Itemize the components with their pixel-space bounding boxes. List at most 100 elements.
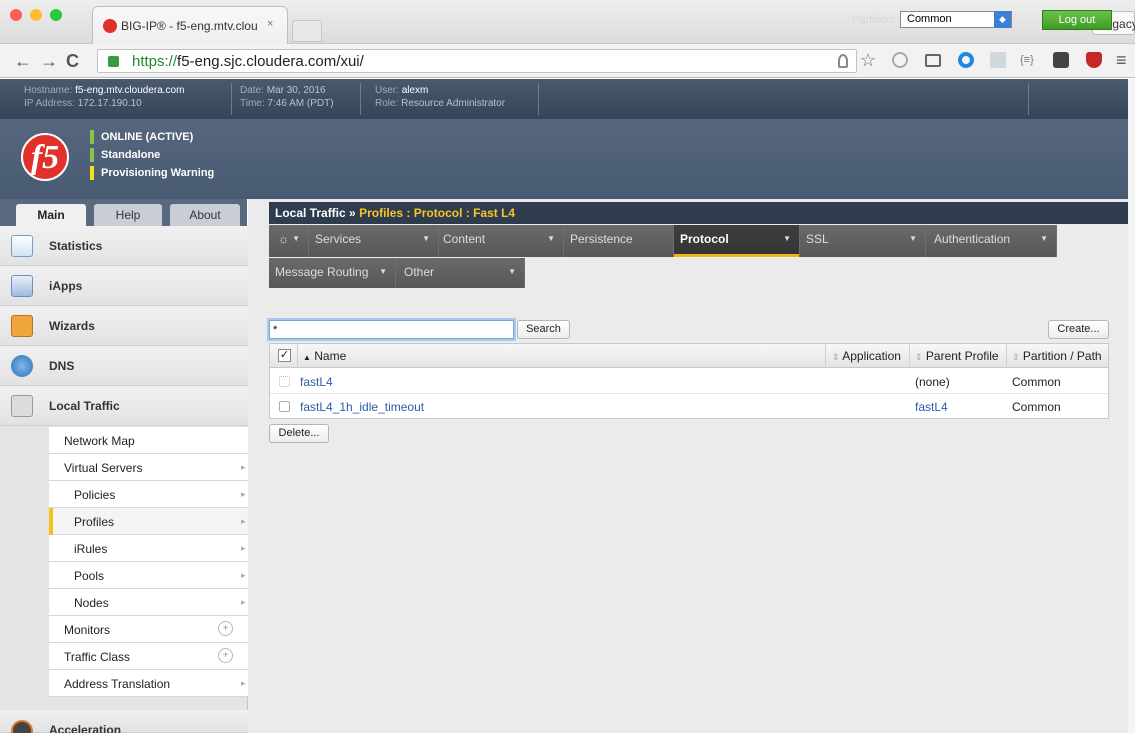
cast-icon[interactable] [925,54,941,67]
table-row[interactable]: fastL4_1h_idle_timeout fastL4 Common [270,394,1108,419]
sort-asc-icon: ▲ [303,353,311,362]
submenu-traffic-class[interactable]: Traffic Class + [49,643,248,670]
submenu-monitors[interactable]: Monitors + [49,616,248,643]
submenu-label: Address Translation [64,677,171,691]
delete-button[interactable]: Delete... [269,424,329,443]
profile-name-link[interactable]: fastL4_1h_idle_timeout [300,400,424,414]
submenu-irules[interactable]: iRules ▸ [49,535,248,562]
url-host: f5-eng.sjc.cloudera.com/xui/ [177,53,364,70]
sync-icon[interactable] [892,52,908,68]
submenu-label: Profiles [74,515,115,529]
statistics-icon [11,235,33,257]
menu-ssl[interactable]: SSL ▼ [800,225,926,257]
submenu-network-map[interactable]: Network Map [49,427,248,454]
parent-profile-link[interactable]: fastL4 [915,400,948,414]
submenu-address-translation[interactable]: Address Translation ▸ [49,670,248,697]
search-input[interactable] [269,320,514,339]
divider [1028,83,1029,115]
header-label: Parent Profile [925,349,999,363]
reload-icon[interactable]: C [66,52,79,70]
time-value: 7:46 AM (PDT) [267,98,334,109]
select-all-checkbox[interactable]: ✓ [278,349,291,362]
minimize-window-icon[interactable] [30,9,42,21]
back-icon[interactable]: ← [14,52,32,70]
menu-other[interactable]: Other ▼ [396,258,525,288]
key-icon[interactable] [838,54,848,68]
page-scrollbar[interactable] [1128,79,1135,733]
add-circle-icon[interactable]: + [218,621,233,636]
bookmark-star-icon[interactable]: ☆ [860,50,876,71]
table-row[interactable]: fastL4 (none) Common [270,369,1108,394]
gear-menu[interactable]: ☼ ▼ [269,225,309,257]
user-line: User: alexm [375,85,428,96]
ublock-icon[interactable] [1086,52,1102,68]
submenu-label: Pools [74,569,105,583]
submenu-label: Network Map [64,434,135,448]
submenu-pools[interactable]: Pools ▸ [49,562,248,589]
browser-tab[interactable]: BIG-IP® - f5-eng.mtv.clou × [92,6,288,44]
square-ext-icon[interactable] [1053,52,1069,68]
opera-icon[interactable] [958,52,974,68]
sidebar-item-dns[interactable]: DNS [0,346,248,386]
chevron-down-icon: ▼ [1040,234,1048,243]
header-application[interactable]: ⇕ Application [832,349,901,363]
menu-persistence[interactable]: Persistence [564,225,674,257]
sidebar-item-iapps[interactable]: iApps [0,266,248,306]
submenu-nodes[interactable]: Nodes ▸ [49,589,248,616]
table-header: ✓ ▲ Name ⇕ Application ⇕ Parent Profile … [270,344,1108,368]
row-checkbox[interactable] [279,401,290,412]
lock-icon [108,56,119,67]
menu-services[interactable]: Services ▼ [309,225,439,257]
submenu-policies[interactable]: Policies ▸ [49,481,248,508]
logout-button[interactable]: Log out [1042,10,1112,30]
profile-name-link[interactable]: fastL4 [300,375,333,389]
submenu-label: Traffic Class [64,650,131,664]
sidebar-item-statistics[interactable]: Statistics [0,226,248,266]
menu-label: SSL [806,232,829,246]
user-value: alexm [401,85,429,96]
search-button[interactable]: Search [517,320,570,339]
sort-icon: ⇕ [832,352,840,362]
tab-help[interactable]: Help [94,204,162,226]
json-icon[interactable]: {≡} [1020,54,1034,66]
browser-menu-icon[interactable]: ≡ [1116,50,1127,71]
sidebar-item-local-traffic[interactable]: Local Traffic [0,386,248,426]
partition-path: Common [1012,375,1061,389]
maximize-window-icon[interactable] [50,9,62,21]
header-partition[interactable]: ⇕ Partition / Path [1012,349,1102,363]
forward-icon[interactable]: → [40,52,58,70]
tab-close-icon[interactable]: × [267,18,273,30]
provisioning-warning[interactable]: Provisioning Warning [90,166,214,180]
header-parent-profile[interactable]: ⇕ Parent Profile [915,349,999,363]
select-arrow-icon: ◆ [994,11,1011,28]
chevron-right-icon: ▸ [241,516,246,526]
chevron-down-icon: ▼ [783,234,791,243]
standalone-status[interactable]: Standalone [90,148,160,162]
menu-protocol[interactable]: Protocol ▼ [674,225,800,257]
menu-authentication[interactable]: Authentication ▼ [926,225,1057,257]
menu-label: Persistence [570,232,633,246]
new-tab-button[interactable] [292,20,322,42]
column-divider [1006,344,1007,368]
sidebar-item-wizards[interactable]: Wizards [0,306,248,346]
online-status[interactable]: ONLINE (ACTIVE) [90,130,193,144]
menu-content[interactable]: Content ▼ [439,225,564,257]
time-line: Time: 7:46 AM (PDT) [240,98,334,109]
partition-select[interactable]: Common ◆ [900,11,1012,28]
menu-message-routing[interactable]: Message Routing ▼ [269,258,396,288]
sidebar-item-acceleration[interactable]: Acceleration [0,710,248,733]
chevron-right-icon: ▸ [241,570,246,580]
tab-main[interactable]: Main [16,204,86,226]
submenu-virtual-servers[interactable]: Virtual Servers ▸ [49,454,248,481]
tab-title: BIG-IP® - f5-eng.mtv.clou [121,19,258,33]
address-bar[interactable]: https://f5-eng.sjc.cloudera.com/xui/ [97,49,857,73]
close-window-icon[interactable] [10,9,22,21]
header-name[interactable]: ▲ Name [303,349,346,363]
submenu-profiles[interactable]: Profiles ▸ [49,508,248,535]
breadcrumb-root[interactable]: Local Traffic [275,206,346,220]
add-circle-icon[interactable]: + [218,648,233,663]
extension-icon[interactable] [990,52,1006,68]
create-button[interactable]: Create... [1048,320,1109,339]
tab-about[interactable]: About [170,204,240,226]
system-info-bar: Hostname: f5-eng.mtv.cloudera.com IP Add… [0,79,1135,119]
